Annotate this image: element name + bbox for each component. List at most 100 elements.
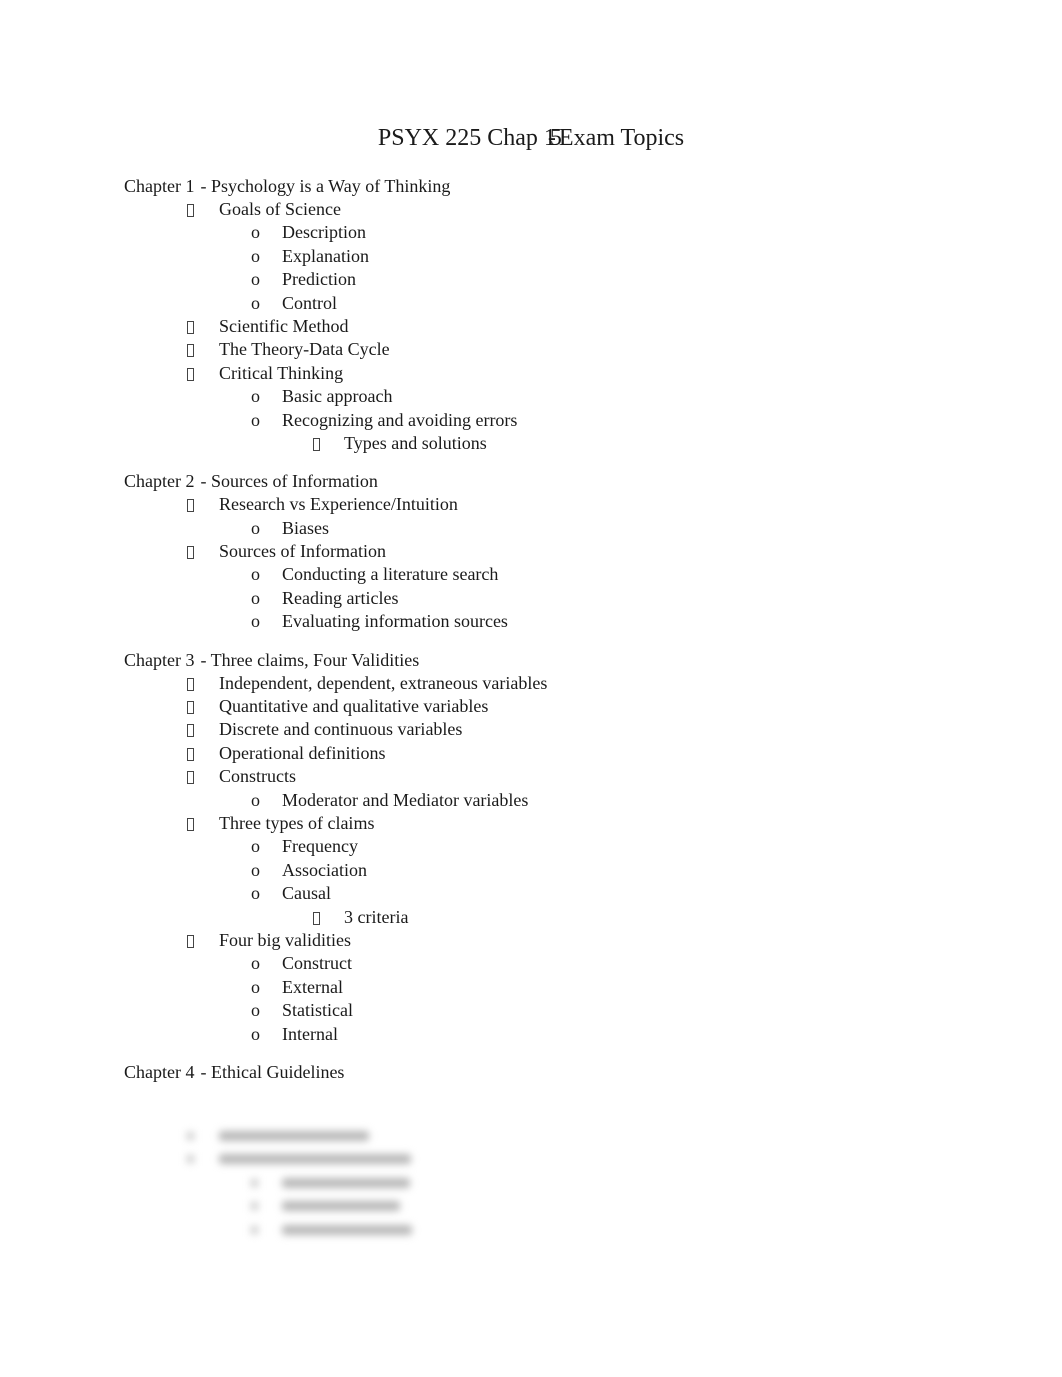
circle-bullet-icon: o (251, 789, 260, 810)
square-bullet-icon (187, 765, 194, 789)
blurred-row (124, 1194, 624, 1217)
topic-item: The Theory-Data Cycle (124, 338, 1024, 361)
circle-bullet-icon: o (251, 409, 260, 430)
chapter-heading: Chapter 3- Three claims, Four Validities (124, 648, 1024, 672)
topic-label: Explanation (282, 245, 369, 266)
topic-item: Independent, dependent, extraneous varia… (124, 672, 1024, 695)
chapter-heading: Chapter 4- Ethical Guidelines (124, 1060, 1024, 1084)
topic-label: Quantitative and qualitative variables (219, 696, 489, 717)
topic-label: Prediction (282, 269, 356, 290)
subtopic-item: o Recognizing and avoiding errors (124, 409, 1024, 432)
topic-item: Research vs Experience/Intuition (124, 493, 1024, 516)
circle-bullet-icon: o (251, 1023, 260, 1044)
topic-label: Recognizing and avoiding errors (282, 409, 518, 430)
title-suffix: Exam Topics (552, 125, 685, 151)
square-bullet-icon (187, 540, 194, 564)
subtopic-item: o Basic approach (124, 385, 1024, 408)
square-bullet-icon (187, 672, 194, 696)
missing-glyph-box-icon (187, 677, 194, 691)
topic-item: Critical Thinking (124, 362, 1024, 385)
circle-bullet-icon: o (251, 245, 260, 266)
topic-label: Association (282, 859, 367, 880)
topic-item: Operational definitions (124, 742, 1024, 765)
circle-bullet-icon: o (251, 222, 260, 243)
blurred-row (124, 1124, 624, 1147)
document-title: PSYX 225 Chap 1-5 Exam Topics (0, 122, 1062, 154)
subtopic-item: o Association (124, 859, 1024, 882)
topic-label: Frequency (282, 836, 358, 857)
square-bullet-icon (313, 906, 320, 930)
square-bullet-icon (187, 493, 194, 517)
chapter-heading: Chapter 2- Sources of Information (124, 469, 1024, 493)
square-bullet-icon (187, 742, 194, 766)
blurred-row (124, 1171, 624, 1194)
square-bullet-icon (187, 362, 194, 386)
missing-glyph-box-icon (187, 724, 194, 738)
square-bullet-icon (187, 812, 194, 836)
circle-bullet-icon: o (251, 859, 260, 880)
topic-label: Goals of Science (219, 199, 341, 219)
topic-label: Basic approach (282, 386, 393, 407)
document-page: PSYX 225 Chap 1-5 Exam Topics Chapter 1-… (0, 0, 1062, 1377)
missing-glyph-box-icon (313, 911, 320, 925)
topic-item: Goals of Science (124, 198, 1024, 221)
topic-label: Independent, dependent, extraneous varia… (219, 672, 548, 693)
topic-label: Operational definitions (219, 742, 386, 763)
chapter-number: Chapter 1 (124, 176, 195, 196)
topic-item: Sources of Information (124, 540, 1024, 563)
topic-label: Types and solutions (344, 432, 487, 453)
chapter-title: - Psychology is a Way of Thinking (200, 176, 451, 196)
missing-glyph-box-icon (187, 747, 194, 761)
topic-label: Biases (282, 517, 329, 538)
subtopic-item: o Frequency (124, 835, 1024, 858)
square-bullet-icon (187, 695, 194, 719)
subtopic-item: o External (124, 976, 1024, 999)
circle-bullet-icon: o (251, 611, 260, 632)
topic-item: Constructs (124, 765, 1024, 788)
subtopic-item: o Statistical (124, 999, 1024, 1022)
blurred-row (124, 1147, 624, 1170)
missing-glyph-box-icon (187, 320, 194, 334)
detail-item: 3 criteria (124, 906, 1024, 929)
circle-bullet-icon: o (251, 1000, 260, 1021)
subtopic-item: o Description (124, 221, 1024, 244)
square-bullet-icon (187, 929, 194, 953)
subtopic-item: o Construct (124, 952, 1024, 975)
missing-glyph-box-icon (187, 499, 194, 513)
chapter-title: - Three claims, Four Validities (200, 649, 420, 670)
subtopic-item: o Internal (124, 1023, 1024, 1046)
topic-item: Four big validities (124, 929, 1024, 952)
missing-glyph-box-icon (187, 934, 194, 948)
missing-glyph-box-icon (187, 771, 194, 785)
circle-bullet-icon: o (251, 517, 260, 538)
circle-bullet-icon: o (251, 883, 260, 904)
square-bullet-icon (187, 198, 194, 222)
blurred-preview-region (124, 1124, 624, 1241)
chapter-heading: Chapter 1- Psychology is a Way of Thinki… (124, 174, 1024, 198)
circle-bullet-icon: o (251, 386, 260, 407)
topic-item: Scientific Method (124, 315, 1024, 338)
topic-label: Control (282, 292, 338, 313)
topic-item: Three types of claims (124, 812, 1024, 835)
topic-label: External (282, 976, 343, 997)
circle-bullet-icon: o (251, 292, 260, 313)
topic-label: Reading articles (282, 587, 399, 608)
missing-glyph-box-icon (187, 204, 194, 217)
topic-label: Moderator and Mediator variables (282, 789, 529, 810)
circle-bullet-icon: o (251, 587, 260, 608)
subtopic-item: o Control (124, 292, 1024, 315)
topic-item: Discrete and continuous variables (124, 718, 1024, 741)
subtopic-item: o Conducting a literature search (124, 563, 1024, 586)
chapter-title: - Ethical Guidelines (200, 1061, 345, 1082)
circle-bullet-icon: o (251, 976, 260, 997)
chapter-number: Chapter 4 (124, 1061, 195, 1082)
circle-bullet-icon: o (251, 564, 260, 585)
blurred-row (124, 1218, 624, 1241)
title-prefix: PSYX 225 Chap (377, 125, 544, 151)
topic-label: Discrete and continuous variables (219, 719, 463, 740)
detail-item: Types and solutions (124, 432, 1024, 455)
square-bullet-icon (187, 338, 194, 362)
missing-glyph-box-icon (187, 367, 194, 381)
